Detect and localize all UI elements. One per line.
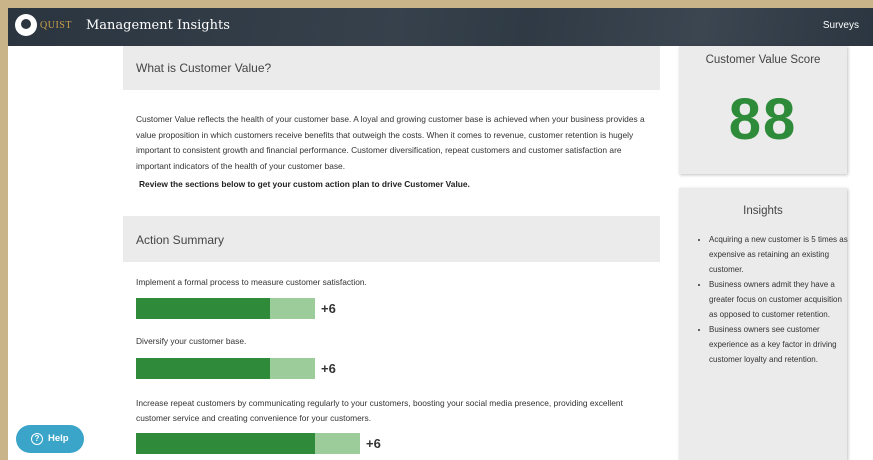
nav-surveys-link[interactable]: Surveys [823, 20, 859, 31]
customer-value-score-card: Customer Value Score 88 [679, 46, 847, 174]
main-content: What is Customer Value? Customer Value r… [123, 46, 660, 460]
customer-value-cta: Review the sections below to get your cu… [139, 179, 470, 189]
score-value: 88 [728, 87, 798, 152]
quist-logo-icon[interactable] [15, 14, 37, 36]
customer-value-header: What is Customer Value? [123, 46, 660, 90]
insights-title: Insights [743, 205, 783, 217]
top-nav-bar: QUIST Management Insights Surveys [8, 8, 873, 46]
insight-item: Business owners admit they have a greate… [709, 277, 849, 322]
action-progress-fill [136, 298, 270, 319]
question-circle-icon: ? [31, 433, 43, 445]
action-score-value: +6 [366, 436, 381, 451]
score-title: Customer Value Score [705, 54, 821, 66]
customer-value-description: Customer Value reflects the health of yo… [136, 114, 645, 171]
customer-value-heading: What is Customer Value? [136, 61, 272, 75]
app-title: Management Insights [86, 18, 230, 33]
insight-item: Business owners see customer experience … [709, 322, 849, 367]
action-summary-header: Action Summary [123, 216, 660, 262]
action-score-value: +6 [321, 301, 336, 316]
help-label: Help [48, 433, 69, 444]
insight-item: Acquiring a new customer is 5 times as e… [709, 232, 849, 277]
action-progress-fill [136, 433, 315, 454]
action-progress-bar [136, 433, 360, 454]
logo-text[interactable]: QUIST [40, 20, 72, 31]
action-progress-bar [136, 298, 315, 319]
action-progress-bar [136, 358, 315, 379]
action-score-value: +6 [321, 361, 336, 376]
app-frame: QUIST Management Insights Surveys What i… [8, 8, 873, 460]
action-progress-fill [136, 358, 270, 379]
insights-list: Acquiring a new customer is 5 times as e… [697, 232, 849, 367]
action-item-label: Diversify your customer base. [136, 336, 247, 346]
help-button[interactable]: ? Help [16, 425, 84, 453]
action-summary-heading: Action Summary [136, 233, 225, 247]
action-item-label: Implement a formal process to measure cu… [136, 277, 367, 287]
action-item-label: Increase repeat customers by communicati… [136, 398, 623, 423]
insights-card: Insights Acquiring a new customer is 5 t… [679, 188, 849, 460]
